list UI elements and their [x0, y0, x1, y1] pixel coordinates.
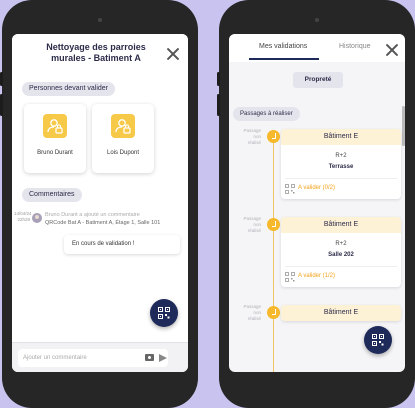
passage-card[interactable]: Bâtiment E R+2 Salle 202 A valider (1/2): [281, 217, 401, 287]
comment-bubble: En cours de validation !: [64, 235, 180, 254]
comment-time: 22h28: [17, 217, 30, 222]
side-button: [0, 94, 3, 116]
tab-bar: Mes validations Historique: [229, 34, 405, 62]
timeline-label: Passage non réalisé: [233, 304, 261, 322]
side-button: [217, 72, 220, 86]
side-button: [217, 94, 220, 116]
qr-code-icon: [285, 272, 295, 282]
passage-status-row: A valider (1/2): [281, 267, 401, 287]
header: Nettoyage des parroies murales - Batimen…: [12, 34, 188, 78]
validations-screen: Mes validations Historique Propreté Pass…: [229, 34, 405, 372]
comment-qr-location: QRCode Bat A - Batiment A, Étage 1, Sall…: [45, 220, 161, 226]
task-detail-screen: Nettoyage des parroies murales - Batimen…: [12, 34, 188, 372]
qr-code-icon: [158, 307, 170, 319]
timeline-label: Passage non réalisé: [233, 128, 261, 146]
timeline-label-line: réalisé: [247, 316, 261, 321]
qr-scan-button[interactable]: [150, 299, 178, 327]
user-lock-icon: [43, 114, 67, 138]
passage-floor: R+2: [335, 153, 347, 159]
passage-floor: R+2: [335, 241, 347, 247]
pending-hourglass-icon: [267, 130, 280, 143]
camera-icon[interactable]: [145, 354, 154, 361]
qr-code-icon: [285, 184, 295, 194]
qr-scan-button[interactable]: [364, 326, 392, 354]
validators-heading: Personnes devant valider: [22, 82, 115, 96]
phone-right: Mes validations Historique Propreté Pass…: [217, 0, 415, 408]
pending-hourglass-icon: [267, 218, 280, 231]
close-icon[interactable]: [166, 47, 180, 61]
comment-bar: Ajouter un commentaire: [12, 342, 188, 372]
section-heading: Passages à réaliser: [233, 107, 300, 121]
timeline-label-line: réalisé: [247, 140, 261, 145]
phone-left: Nettoyage des parroies murales - Batimen…: [0, 0, 198, 408]
passage-status: A valider (1/2): [298, 273, 336, 279]
send-icon[interactable]: [159, 354, 167, 362]
timeline-label: Passage non réalisé: [233, 216, 261, 234]
user-lock-icon: [111, 114, 135, 138]
passage-building: Bâtiment E: [281, 129, 401, 145]
validator-card[interactable]: Bruno Durant: [24, 104, 86, 173]
tab-history[interactable]: Historique: [339, 43, 371, 50]
passage-building: Bâtiment E: [281, 305, 401, 321]
active-tab-indicator: [249, 58, 319, 60]
page-title: Nettoyage des parroies murales - Batimen…: [46, 42, 146, 63]
validator-card[interactable]: Lois Dupont: [92, 104, 154, 173]
validator-name: Bruno Durant: [37, 150, 73, 156]
qr-code-icon: [372, 334, 384, 346]
tab-my-validations[interactable]: Mes validations: [259, 43, 307, 50]
passage-building: Bâtiment E: [281, 217, 401, 233]
side-button: [0, 72, 3, 86]
timeline-line: [273, 134, 274, 372]
pending-hourglass-icon: [267, 306, 280, 319]
passage-card[interactable]: Bâtiment E R+2 Terrasse A valider (0/2): [281, 129, 401, 199]
timeline-label-line: réalisé: [247, 228, 261, 233]
comment-timestamp: 14/04/24 22h28: [14, 211, 32, 223]
passage-status-row: A valider (0/2): [281, 179, 401, 199]
category-filter[interactable]: Propreté: [293, 72, 343, 88]
passage-room: Salle 202: [328, 252, 354, 258]
validator-name: Lois Dupont: [106, 150, 140, 156]
passage-status: A valider (0/2): [298, 185, 336, 191]
comment-meta: Bruno Durant a ajouté un commentaire: [45, 212, 140, 218]
comments-heading: Commentaires: [22, 188, 82, 202]
camera-notch: [315, 18, 319, 22]
scrollbar[interactable]: [402, 106, 405, 146]
camera-notch: [98, 18, 102, 22]
avatar: [32, 213, 42, 223]
close-icon[interactable]: [385, 43, 399, 57]
passage-room: Terrasse: [328, 164, 354, 170]
passage-card[interactable]: Bâtiment E: [281, 305, 401, 321]
